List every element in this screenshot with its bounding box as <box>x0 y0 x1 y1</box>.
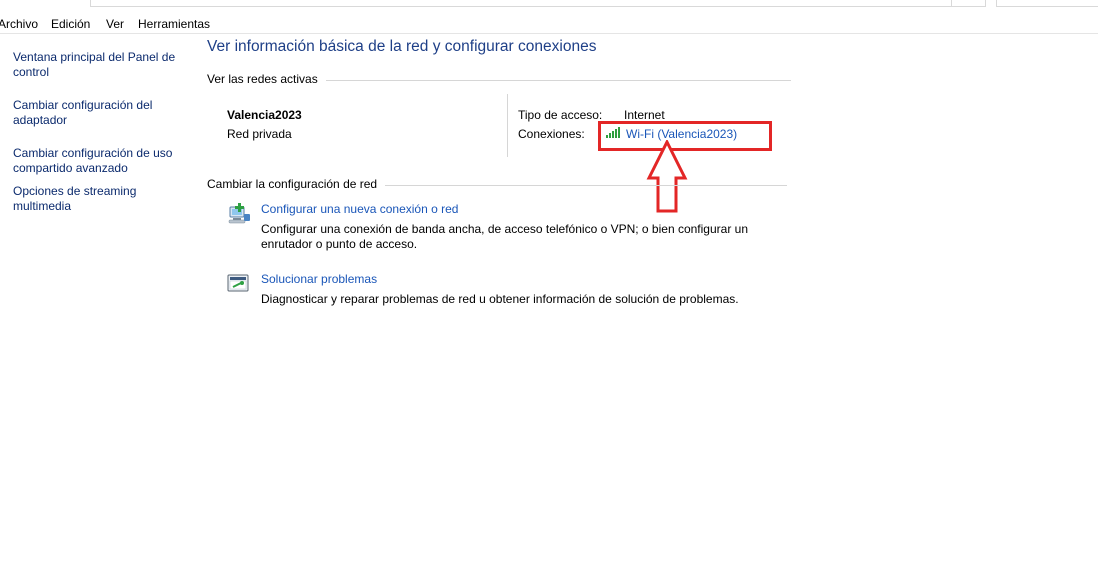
top-strip <box>0 0 1098 8</box>
access-type-value: Internet <box>624 108 665 122</box>
network-name: Valencia2023 <box>227 108 302 122</box>
section-divider <box>325 79 791 81</box>
sidebar: Ventana principal del Panel de control C… <box>13 50 183 222</box>
menu-edicion[interactable]: Edición <box>51 17 90 31</box>
new-connection-icon <box>227 202 251 226</box>
section-divider <box>385 184 788 186</box>
search-box[interactable] <box>996 0 1098 7</box>
connections-label: Conexiones: <box>518 127 585 141</box>
change-settings-heading-label: Cambiar la configuración de red <box>207 177 378 191</box>
troubleshoot-link[interactable]: Solucionar problemas <box>261 272 377 286</box>
vertical-divider <box>507 94 508 157</box>
page-title: Ver información básica de la red y confi… <box>207 38 597 55</box>
menu-bar: Archivo Edición Ver Herramientas <box>0 16 1098 34</box>
menu-archivo[interactable]: Archivo <box>0 17 38 31</box>
sidebar-item-control-panel-home[interactable]: Ventana principal del Panel de control <box>13 50 183 80</box>
new-connection-link[interactable]: Configurar una nueva conexión o red <box>261 202 458 216</box>
address-bar[interactable] <box>90 0 986 7</box>
change-settings-heading: Cambiar la configuración de red <box>207 177 788 191</box>
active-networks-heading: Ver las redes activas <box>207 72 791 86</box>
sidebar-item-adapter-settings[interactable]: Cambiar configuración del adaptador <box>13 98 183 128</box>
network-type: Red privada <box>227 127 292 141</box>
active-networks-heading-label: Ver las redes activas <box>207 72 318 86</box>
access-type-label: Tipo de acceso: <box>518 108 603 122</box>
menu-herramientas[interactable]: Herramientas <box>138 17 210 31</box>
sidebar-item-media-streaming[interactable]: Opciones de streaming multimedia <box>13 184 183 214</box>
troubleshoot-icon <box>227 272 251 296</box>
menu-ver[interactable]: Ver <box>106 17 124 31</box>
new-connection-description: Configurar una conexión de banda ancha, … <box>261 222 748 251</box>
sidebar-item-advanced-sharing[interactable]: Cambiar configuración de uso compartido … <box>13 146 183 176</box>
troubleshoot-description: Diagnosticar y reparar problemas de red … <box>261 292 739 306</box>
